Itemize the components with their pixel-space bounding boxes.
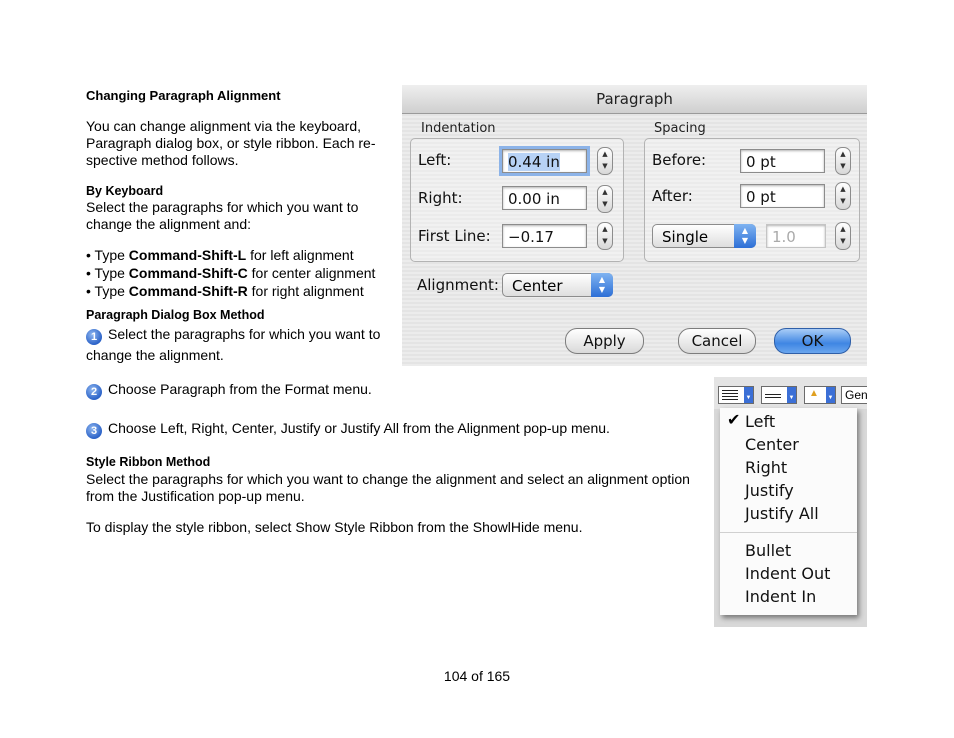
bullet-suffix: for left alignment bbox=[246, 247, 354, 263]
ribbon-line-2: from the Justification pop-up menu. bbox=[86, 488, 305, 504]
warning-triangle-icon: ▲ bbox=[809, 388, 819, 399]
step-1-line-2: change the alignment. bbox=[86, 347, 224, 363]
bullet-center: • Type Command-Shift-C for center alignm… bbox=[86, 265, 375, 282]
dropdown-arrow-icon: ▼ bbox=[826, 387, 835, 403]
intro-line-3: spective method follows. bbox=[86, 152, 239, 168]
alignment-popup[interactable]: Center ▲ ▼ bbox=[502, 273, 613, 297]
step-2: 2 Choose Paragraph from the Format menu. bbox=[86, 381, 372, 400]
intro-line-2: Paragraph dialog box, or style ribbon. E… bbox=[86, 135, 376, 151]
section-heading: Changing Paragraph Alignment bbox=[86, 88, 281, 103]
first-line-label: First Line: bbox=[418, 227, 491, 245]
after-field[interactable]: 0 pt bbox=[740, 184, 825, 208]
bullet-suffix: for center alignment bbox=[247, 265, 376, 281]
ribbon-line-1: Select the paragraphs for which you want… bbox=[86, 471, 690, 487]
first-line-stepper[interactable]: ▲ ▼ bbox=[597, 222, 613, 250]
menu-separator bbox=[720, 532, 857, 533]
right-indent-label: Right: bbox=[418, 189, 463, 207]
color-button[interactable]: ▲ ▼ bbox=[804, 386, 836, 404]
after-label: After: bbox=[652, 187, 693, 205]
first-line-field[interactable]: −0.17 bbox=[502, 224, 587, 248]
dropdown-arrow-icon: ▼ bbox=[787, 387, 796, 403]
line-spacing-button[interactable]: ▼ bbox=[761, 386, 797, 404]
keyboard-line-2: change the alignment and: bbox=[86, 216, 252, 232]
justification-menu: ✔ Left Center Right Justify Justify All … bbox=[720, 408, 857, 615]
menu-item-left[interactable]: Left bbox=[745, 410, 775, 433]
line-spacing-stepper[interactable]: ▲ ▼ bbox=[835, 222, 851, 250]
alignment-value: Center bbox=[512, 277, 563, 295]
indentation-group-label: Indentation bbox=[421, 121, 496, 136]
popup-arrows-icon: ▲ ▼ bbox=[734, 224, 756, 248]
line-spacing-field: 1.0 bbox=[766, 224, 826, 248]
bullet-prefix: • Type bbox=[86, 265, 129, 281]
menu-item-center[interactable]: Center bbox=[745, 433, 799, 456]
paragraph-dialog: Paragraph Indentation Left: 0.44 in ▲ ▼ R… bbox=[402, 85, 867, 366]
menu-item-right[interactable]: Right bbox=[745, 456, 787, 479]
alignment-label: Alignment: bbox=[417, 276, 499, 294]
menu-item-justify[interactable]: Justify bbox=[745, 479, 794, 502]
before-field[interactable]: 0 pt bbox=[740, 149, 825, 173]
step-3-text: Choose Left, Right, Center, Justify or J… bbox=[108, 420, 610, 436]
menu-item-indent-out[interactable]: Indent Out bbox=[745, 562, 830, 585]
apply-button[interactable]: Apply bbox=[565, 328, 644, 354]
line-spacing-value: Single bbox=[662, 228, 709, 246]
checkmark-icon: ✔ bbox=[727, 410, 741, 429]
bullet-prefix: • Type bbox=[86, 247, 129, 263]
left-indent-label: Left: bbox=[418, 151, 452, 169]
line-spacing-icon bbox=[765, 392, 781, 398]
ok-button[interactable]: OK bbox=[774, 328, 851, 354]
menu-item-justify-all[interactable]: Justify All bbox=[745, 502, 819, 525]
dropdown-arrow-icon: ▼ bbox=[744, 387, 753, 403]
popup-arrows-icon: ▲ ▼ bbox=[591, 273, 613, 297]
menu-item-indent-in[interactable]: Indent In bbox=[745, 585, 816, 608]
shortcut-key: Command-Shift-R bbox=[128, 283, 248, 299]
font-popup[interactable]: Gen bbox=[841, 386, 867, 404]
step-number-1-icon: 1 bbox=[86, 329, 102, 345]
dialog-method-heading: Paragraph Dialog Box Method bbox=[86, 308, 265, 322]
bullet-right: • Type Command-Shift-R for right alignme… bbox=[86, 283, 364, 300]
by-keyboard-heading: By Keyboard bbox=[86, 184, 164, 198]
step-3: 3 Choose Left, Right, Center, Justify or … bbox=[86, 420, 610, 439]
style-ribbon: ▼ ▼ ▲ ▼ Gen ✔ Left Center Right Justify J… bbox=[714, 377, 867, 627]
bullet-suffix: for right alignment bbox=[247, 283, 364, 299]
right-indent-field[interactable]: 0.00 in bbox=[502, 186, 587, 210]
step-number-2-icon: 2 bbox=[86, 384, 102, 400]
cancel-button[interactable]: Cancel bbox=[678, 328, 756, 354]
align-left-icon bbox=[722, 390, 738, 400]
left-indent-field[interactable]: 0.44 in bbox=[502, 149, 587, 173]
spacing-group-label: Spacing bbox=[654, 121, 706, 136]
left-indent-value: 0.44 in bbox=[508, 153, 560, 171]
shortcut-key: Command-Shift-C bbox=[128, 265, 248, 281]
page-number: 104 of 165 bbox=[443, 668, 511, 684]
left-indent-stepper[interactable]: ▲ ▼ bbox=[597, 147, 613, 175]
before-label: Before: bbox=[652, 151, 707, 169]
ribbon-method-heading: Style Ribbon Method bbox=[86, 455, 211, 469]
step-1-text: Select the paragraphs for which you want… bbox=[108, 326, 381, 342]
step-number-3-icon: 3 bbox=[86, 423, 102, 439]
intro-line-1: You can change alignment via the keyboar… bbox=[86, 118, 362, 134]
right-indent-stepper[interactable]: ▲ ▼ bbox=[597, 185, 613, 213]
menu-item-bullet[interactable]: Bullet bbox=[745, 539, 791, 562]
step-1: 1 Select the paragraphs for which you wan… bbox=[86, 326, 380, 345]
bullet-left: • Type Command-Shift-L for left alignmen… bbox=[86, 247, 354, 264]
ribbon-note: To display the style ribbon, select Show… bbox=[86, 519, 583, 535]
shortcut-key: Command-Shift-L bbox=[128, 247, 247, 263]
keyboard-line-1: Select the paragraphs for which you want… bbox=[86, 199, 359, 215]
before-stepper[interactable]: ▲ ▼ bbox=[835, 147, 851, 175]
justification-button[interactable]: ▼ bbox=[718, 386, 754, 404]
step-2-text: Choose Paragraph from the Format menu. bbox=[108, 381, 372, 397]
after-stepper[interactable]: ▲ ▼ bbox=[835, 182, 851, 210]
line-spacing-popup[interactable]: Single ▲ ▼ bbox=[652, 224, 756, 248]
dialog-title: Paragraph bbox=[402, 85, 867, 114]
bullet-prefix: • Type bbox=[86, 283, 129, 299]
